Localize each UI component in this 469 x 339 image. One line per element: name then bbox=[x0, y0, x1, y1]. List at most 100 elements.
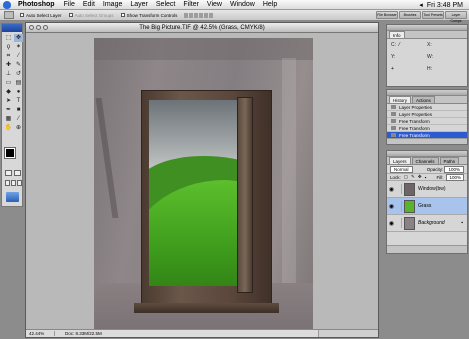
history-item[interactable]: Layer Properties bbox=[387, 104, 467, 111]
speaker-icon[interactable]: ◂ bbox=[419, 1, 423, 9]
opacity-field[interactable]: 100% bbox=[444, 165, 464, 173]
history-item[interactable]: Free Transform bbox=[387, 125, 467, 132]
layer-row[interactable]: ◉ Background ▪ bbox=[387, 215, 467, 232]
history-state-icon bbox=[391, 133, 396, 137]
blur-tool-icon[interactable]: ◆ bbox=[4, 88, 13, 96]
zoom-level[interactable]: 42.44% bbox=[29, 331, 55, 336]
notes-tool-icon[interactable]: ▦ bbox=[4, 115, 13, 123]
info-readout: C: ⁄ X: Y: W: + H: bbox=[387, 39, 467, 75]
menu-file[interactable]: File bbox=[64, 1, 75, 8]
layer-row-active[interactable]: ◉ Grass bbox=[387, 198, 467, 215]
toolbox-header[interactable] bbox=[2, 24, 22, 32]
tab-info[interactable]: Info bbox=[389, 31, 405, 38]
tab-layers[interactable]: Layers bbox=[389, 157, 411, 164]
move-tool-icon[interactable]: ✥ bbox=[14, 34, 23, 42]
fill-field[interactable]: 100% bbox=[446, 173, 464, 181]
magic-wand-tool-icon[interactable]: ✶ bbox=[14, 43, 23, 51]
layer-thumbnail bbox=[404, 199, 415, 213]
brush-tool-icon[interactable]: ✎ bbox=[14, 61, 23, 69]
eye-icon[interactable]: ◉ bbox=[387, 220, 396, 227]
canvas-area[interactable] bbox=[26, 33, 378, 329]
align-center-icon[interactable] bbox=[204, 12, 209, 18]
lock-all-icon[interactable]: ▪ bbox=[425, 175, 427, 180]
horizontal-scrollbar[interactable] bbox=[318, 330, 378, 337]
palette-well-layer-comps[interactable]: Layer Comps bbox=[445, 11, 467, 23]
palette-tabs: Info bbox=[387, 31, 467, 39]
full-screen-icon[interactable] bbox=[17, 180, 22, 186]
document-image[interactable] bbox=[94, 38, 313, 329]
doc-size[interactable]: Doc: 8.33M/22.5M bbox=[65, 331, 102, 336]
clone-stamp-icon[interactable]: ⊥ bbox=[4, 70, 13, 78]
palette-well-brushes[interactable]: Brushes bbox=[399, 11, 421, 19]
palette-well-file-browser[interactable]: File Browser bbox=[376, 11, 398, 19]
type-tool-icon[interactable]: T bbox=[14, 97, 23, 105]
history-brush-icon[interactable]: ↺ bbox=[14, 70, 23, 78]
history-state-icon bbox=[391, 105, 396, 109]
pen-tool-icon[interactable]: ✒ bbox=[4, 106, 13, 114]
gradient-tool-icon[interactable]: ▤ bbox=[14, 79, 23, 87]
shape-tool-icon[interactable]: ■ bbox=[14, 106, 23, 114]
eye-icon[interactable]: ◉ bbox=[387, 203, 396, 210]
palette-well-tool-presets[interactable]: Tool Presets bbox=[422, 11, 444, 19]
align-bottom-icon[interactable] bbox=[194, 12, 199, 18]
menu-view[interactable]: View bbox=[207, 1, 222, 8]
eye-icon[interactable]: ◉ bbox=[387, 186, 396, 193]
hand-tool-icon[interactable]: ✋ bbox=[4, 124, 13, 132]
eyedropper-tool-icon[interactable]: ⁄ bbox=[14, 115, 23, 123]
marquee-tool-icon[interactable]: ⬚ bbox=[4, 34, 13, 42]
options-bar: Auto Select Layer Auto Select Groups Sho… bbox=[0, 10, 469, 23]
lock-image-icon[interactable]: ✎ bbox=[411, 174, 415, 180]
lock-transparency-icon[interactable]: ▢ bbox=[404, 174, 408, 180]
close-window-icon[interactable] bbox=[29, 25, 34, 30]
align-middle-icon[interactable] bbox=[189, 12, 194, 18]
menu-image[interactable]: Image bbox=[103, 1, 122, 8]
path-selection-icon[interactable]: ➤ bbox=[4, 97, 13, 105]
move-tool-preset-icon[interactable] bbox=[4, 11, 14, 19]
foreground-color-swatch[interactable] bbox=[4, 147, 16, 159]
eraser-tool-icon[interactable]: ▭ bbox=[4, 79, 13, 87]
history-palette: History Actions Layer Properties Layer P… bbox=[386, 89, 468, 145]
tab-channels[interactable]: Channels bbox=[411, 157, 439, 164]
zoom-window-icon[interactable] bbox=[43, 25, 48, 30]
menu-filter[interactable]: Filter bbox=[183, 1, 199, 8]
align-left-icon[interactable] bbox=[199, 12, 204, 18]
dodge-tool-icon[interactable]: ● bbox=[14, 88, 23, 96]
lock-position-icon[interactable]: ✥ bbox=[418, 174, 422, 180]
quick-mask-mode-icon[interactable] bbox=[14, 170, 21, 176]
tab-paths[interactable]: Paths bbox=[439, 157, 460, 164]
menu-select[interactable]: Select bbox=[156, 1, 175, 8]
auto-select-groups-checkbox[interactable]: Auto Select Groups bbox=[68, 13, 114, 18]
layer-link-slot[interactable] bbox=[396, 218, 402, 228]
lasso-tool-icon[interactable]: ϙ bbox=[4, 43, 13, 51]
auto-select-layer-checkbox[interactable]: Auto Select Layer bbox=[20, 13, 62, 18]
menu-help[interactable]: Help bbox=[263, 1, 277, 8]
slice-tool-icon[interactable]: ⁄ bbox=[14, 52, 23, 60]
crop-tool-icon[interactable]: ⌗ bbox=[4, 52, 13, 60]
menu-layer[interactable]: Layer bbox=[130, 1, 148, 8]
menu-window[interactable]: Window bbox=[230, 1, 255, 8]
menu-edit[interactable]: Edit bbox=[83, 1, 95, 8]
minimize-window-icon[interactable] bbox=[36, 25, 41, 30]
tab-history[interactable]: History bbox=[389, 96, 412, 103]
history-item[interactable]: Free Transform bbox=[387, 118, 467, 125]
standard-screen-icon[interactable] bbox=[5, 180, 10, 186]
align-right-icon[interactable] bbox=[209, 12, 214, 18]
history-item[interactable]: Layer Properties bbox=[387, 111, 467, 118]
healing-brush-icon[interactable]: ✚ bbox=[4, 61, 13, 69]
full-screen-menu-icon[interactable] bbox=[11, 180, 16, 186]
document-title-bar[interactable]: The Big Picture.TIF @ 42.5% (Grass, CMYK… bbox=[26, 23, 378, 33]
layer-link-slot[interactable] bbox=[396, 184, 402, 194]
align-top-icon[interactable] bbox=[184, 12, 189, 18]
layer-name: Window(bw) bbox=[418, 186, 446, 192]
layer-row[interactable]: ◉ Window(bw) bbox=[387, 181, 467, 198]
menu-app[interactable]: Photoshop bbox=[18, 1, 55, 8]
tab-actions[interactable]: Actions bbox=[412, 96, 435, 103]
apple-menu-icon[interactable] bbox=[3, 0, 11, 9]
brush-icon[interactable] bbox=[396, 201, 402, 211]
standard-mode-icon[interactable] bbox=[5, 170, 12, 176]
jump-to-imageready-icon[interactable] bbox=[6, 192, 19, 202]
layer-name: Background bbox=[418, 220, 445, 226]
blend-mode-select[interactable]: Normal bbox=[390, 165, 413, 173]
show-transform-checkbox[interactable]: Show Transform Controls bbox=[120, 13, 177, 18]
zoom-tool-icon[interactable]: ⊕ bbox=[14, 124, 23, 132]
